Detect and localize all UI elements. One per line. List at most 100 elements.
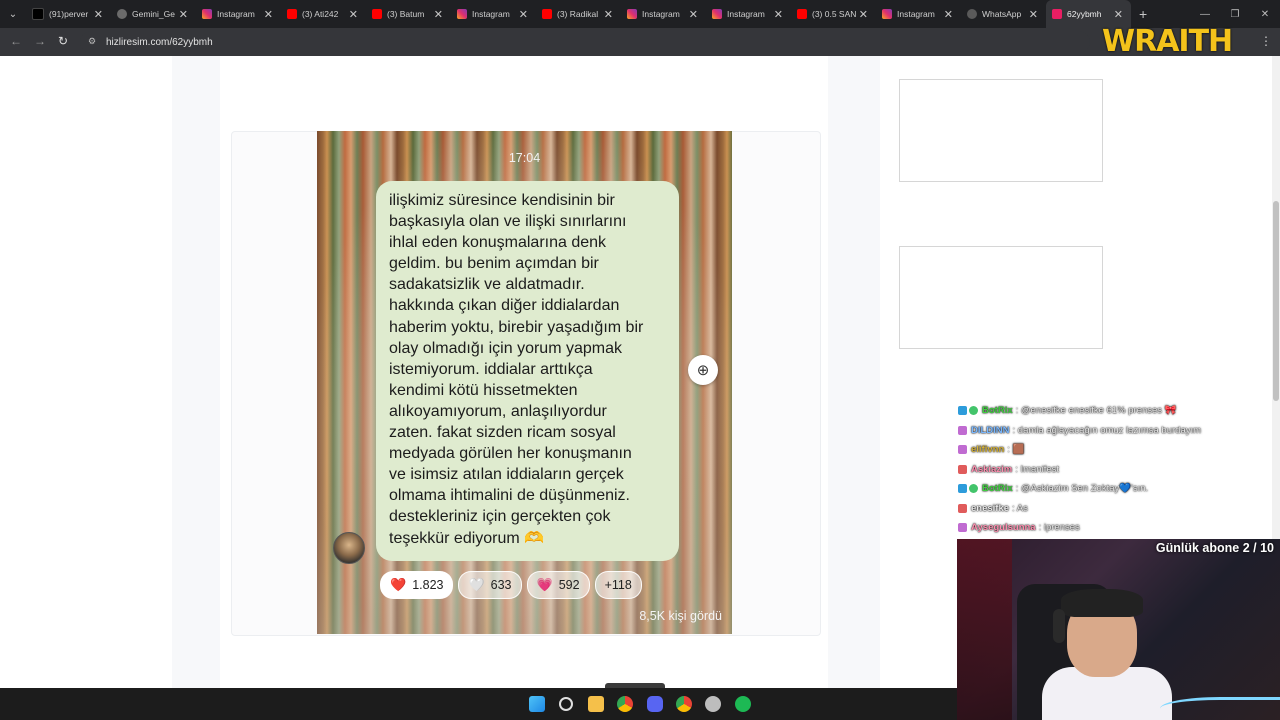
tab-2[interactable]: Instagram ✕: [196, 0, 281, 28]
close-window-icon[interactable]: ✕: [1250, 9, 1280, 20]
avatar: [333, 532, 365, 564]
tab-0[interactable]: (91)perver ✕: [26, 0, 111, 28]
tab-search-dropdown-icon[interactable]: ⌄: [0, 0, 26, 28]
chrome-profile-icon[interactable]: [676, 696, 692, 712]
tab-close-icon[interactable]: ✕: [519, 8, 528, 21]
chat-text: : @enesifke enesifke 61% prenses 🎀: [1015, 405, 1177, 417]
tab-11[interactable]: WhatsApp ✕: [961, 0, 1046, 28]
zoom-in-icon[interactable]: ⊕: [688, 355, 718, 385]
address-bar[interactable]: ⚙ hizliresim.com/62yybmh: [80, 31, 1090, 53]
chat-badge-icon: [958, 464, 967, 474]
browser-menu-icon[interactable]: ⋮: [1260, 34, 1272, 48]
tab-close-icon[interactable]: ✕: [434, 8, 443, 21]
app-icon[interactable]: [705, 696, 721, 712]
message-line: ilişkimiz süresince kendisinin bir: [389, 192, 615, 209]
tab-label: Instagram: [642, 9, 680, 19]
right-gutter: [828, 56, 880, 688]
reaction-chip[interactable]: 💗 592: [526, 571, 590, 599]
tab-7[interactable]: Instagram ✕: [621, 0, 706, 28]
tab-close-icon[interactable]: ✕: [689, 8, 698, 21]
discord-icon[interactable]: [647, 696, 663, 712]
browser-toolbar: ← → ↻ ⚙ hizliresim.com/62yybmh ⋮: [0, 28, 1280, 56]
scrollbar-thumb[interactable]: [1273, 201, 1279, 401]
chat-message: enesifke: As: [958, 499, 1258, 519]
forward-icon[interactable]: →: [34, 34, 46, 48]
chat-username: BotRix: [982, 483, 1013, 495]
message-line: hakkında çıkan diğer iddialardan: [389, 297, 620, 315]
tab-9[interactable]: (3) 0.5 SAN ✕: [791, 0, 876, 28]
story-image[interactable]: 17:04 ilişkimiz süresince kendisinin bir…: [317, 131, 732, 634]
chat-message: Askiazim: Imanifest: [958, 460, 1258, 480]
message-line: haberim yoktu, birebir yaşadığım bir: [389, 318, 644, 336]
spotify-icon[interactable]: [735, 696, 751, 712]
stream-chat-overlay: BotRix: @enesifke enesifke 61% prenses 🎀…: [958, 401, 1258, 538]
tab-close-icon[interactable]: ✕: [264, 8, 273, 21]
youtube-icon: [372, 9, 382, 19]
chat-message: elifivnn: 🟫: [958, 440, 1258, 460]
tab-close-icon[interactable]: ✕: [179, 8, 188, 21]
tab-close-icon[interactable]: ✕: [94, 8, 103, 21]
tab-10[interactable]: Instagram ✕: [876, 0, 961, 28]
instagram-icon: [712, 9, 722, 19]
chat-username: Aysegulsunna: [971, 522, 1036, 534]
chat-message: BotRix: @enesifke enesifke 61% prenses 🎀: [958, 401, 1258, 421]
reaction-count: 592: [558, 578, 580, 592]
tab-close-icon[interactable]: ✕: [604, 8, 613, 21]
chat-text: : Imanifest: [1015, 463, 1060, 475]
chrome-icon[interactable]: [617, 696, 633, 712]
message-line: medyada görülen her konuşmanın: [389, 445, 632, 463]
message-line: geldim. bu benim açımdan bir: [389, 255, 599, 273]
instagram-icon: [457, 9, 467, 19]
message-text: ilişkimiz süresince kendisinin bir başkas…: [389, 190, 667, 549]
youtube-icon: [797, 9, 807, 19]
tab-close-icon[interactable]: ✕: [1029, 8, 1038, 21]
tab-label: WhatsApp: [982, 9, 1022, 19]
message-line: ve isimsiz atılan iddiaların gerçek: [389, 466, 624, 484]
tab-label: (3) 0.5 SAN: [812, 9, 857, 19]
reaction-chip[interactable]: +118: [594, 571, 642, 599]
minimize-icon[interactable]: —: [1190, 9, 1220, 20]
tab-4[interactable]: (3) Batum ✕: [366, 0, 451, 28]
chat-badge-icon: [969, 484, 978, 494]
reaction-emoji: ❤️: [390, 577, 407, 592]
tab-close-icon[interactable]: ✕: [859, 8, 868, 21]
reaction-chip[interactable]: 🤍 633: [458, 571, 522, 599]
reaction-count: 1.823: [412, 578, 444, 592]
start-icon[interactable]: [529, 696, 545, 712]
tab-label: Instagram: [217, 9, 255, 19]
back-icon[interactable]: ←: [10, 34, 22, 48]
reload-icon[interactable]: ↻: [58, 34, 68, 48]
chat-username: Askiazim: [971, 463, 1013, 475]
message-line: olmama ihtimalini de düşünmeniz.: [389, 487, 630, 505]
reaction-emoji: 🤍: [468, 577, 485, 592]
search-icon[interactable]: [559, 697, 573, 711]
message-line: sadakatsizlik ve aldatmadır.: [389, 276, 585, 294]
maximize-icon[interactable]: ❐: [1220, 9, 1250, 20]
chat-badge-icon: [958, 503, 967, 513]
chat-badge-icon: [958, 445, 967, 455]
site-info-icon[interactable]: ⚙: [88, 36, 100, 48]
chat-username: DILDINN: [971, 424, 1010, 436]
instagram-icon: [202, 9, 212, 19]
youtube-icon: [287, 9, 297, 19]
tab-1[interactable]: Gemini_Ge ✕: [111, 0, 196, 28]
tab-close-icon[interactable]: ✕: [774, 8, 783, 21]
tab-8[interactable]: Instagram ✕: [706, 0, 791, 28]
globe-icon: [117, 9, 127, 19]
file-explorer-icon[interactable]: [588, 696, 604, 712]
tab-6[interactable]: (3) Radikal ✕: [536, 0, 621, 28]
chat-text: : As: [1012, 502, 1028, 514]
tab-close-icon[interactable]: ✕: [944, 8, 953, 21]
new-tab-button[interactable]: +: [1139, 6, 1147, 22]
chat-badge-icon: [958, 484, 967, 494]
reaction-chip[interactable]: ❤️ 1.823: [380, 571, 454, 599]
tab-5[interactable]: Instagram ✕: [451, 0, 536, 28]
tab-close-icon[interactable]: ✕: [349, 8, 358, 21]
windows-taskbar: [0, 688, 957, 720]
story-time: 17:04: [508, 151, 541, 165]
chat-text: : 🟫: [1007, 444, 1025, 456]
webcam-background-light: [957, 539, 1012, 720]
tab-3[interactable]: (3) Ati242 ✕: [281, 0, 366, 28]
chat-message: BotRix: @Askiazim Sen Zoktay💙'sın.: [958, 479, 1258, 499]
tab-close-icon[interactable]: ✕: [1114, 8, 1123, 21]
